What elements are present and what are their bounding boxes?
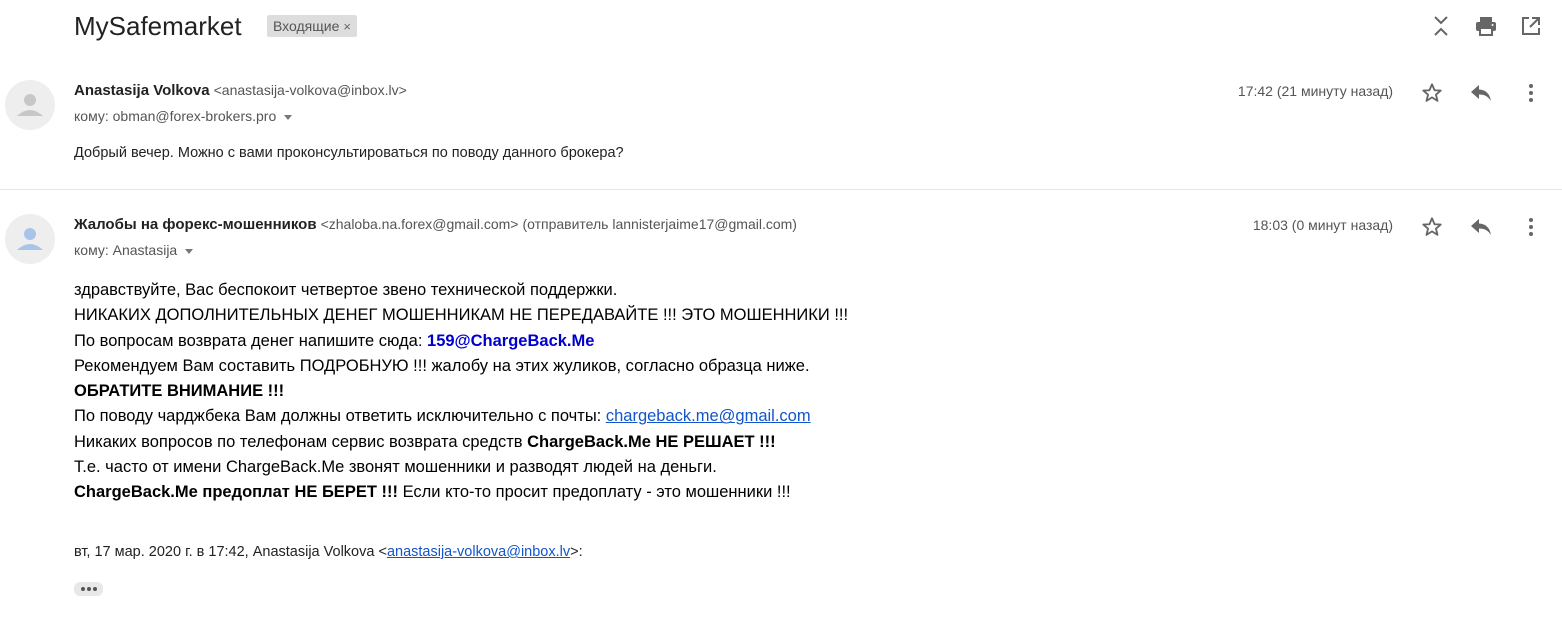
sent-by-text: (отправитель lannisterjaime17@gmail.com) <box>522 216 797 232</box>
sender-name[interactable]: Anastasija Volkova <box>74 82 210 99</box>
body-line: Рекомендуем Вам составить ПОДРОБНУЮ !!! … <box>74 356 810 375</box>
sender-email: <anastasija-volkova@inbox.lv> <box>213 82 407 98</box>
body-line: По поводу чарджбека Вам должны ответить … <box>74 404 848 429</box>
star-icon[interactable] <box>1419 214 1445 240</box>
body-text: По вопросам возврата денег напишите сюда… <box>74 331 428 350</box>
dot-icon <box>80 587 85 591</box>
thread-subject: MySafemarket <box>74 11 242 41</box>
email-link[interactable]: chargeback.me@gmail.com <box>606 407 811 425</box>
inbox-label-chip[interactable]: Входящие × <box>267 15 357 37</box>
message-1: Anastasija Volkova <anastasija-volkova@in… <box>0 70 1562 190</box>
quote-prefix: вт, 17 мар. 2020 г. в 17:42, Anastasija … <box>74 544 387 560</box>
recipient-text: кому: Anastasija <box>74 242 178 258</box>
sender-line: Жалобы на форекс-мошенников <zhaloba.na.f… <box>74 216 797 233</box>
message-time: 18:03 (0 минут назад) <box>1252 217 1393 233</box>
body-text: По поводу чарджбека Вам должны ответить … <box>74 407 606 426</box>
reply-icon[interactable] <box>1468 214 1494 240</box>
label-text: Входящие <box>273 18 340 34</box>
quote-suffix: >: <box>570 544 583 560</box>
recipient-line[interactable]: кому: obman@forex-brokers.pro <box>74 108 293 124</box>
chevron-down-icon[interactable] <box>185 248 194 254</box>
avatar <box>5 214 55 264</box>
reply-icon[interactable] <box>1468 80 1494 106</box>
dot-icon <box>86 587 91 591</box>
more-options-icon[interactable] <box>1518 80 1544 106</box>
body-line: Никаких вопросов по телефонам сервис воз… <box>74 430 848 455</box>
collapse-all-icon[interactable] <box>1429 14 1453 38</box>
message-time: 17:42 (21 минуту назад) <box>1237 83 1393 99</box>
sender-name[interactable]: Жалобы на форекс-мошенников <box>74 216 317 233</box>
dot-icon <box>92 587 97 591</box>
message-2: Жалобы на форекс-мошенников <zhaloba.na.f… <box>0 204 1562 628</box>
sender-line: Anastasija Volkova <anastasija-volkova@in… <box>74 82 407 99</box>
chargeback-address: 159@ChargeBack.Me <box>427 331 595 350</box>
quoted-message-header: вт, 17 мар. 2020 г. в 17:42, Anastasija … <box>74 544 583 560</box>
sender-email: <zhaloba.na.forex@gmail.com> <box>320 216 519 232</box>
remove-label-icon[interactable]: × <box>343 19 351 34</box>
body-text: Если кто-то просит предоплату - это моше… <box>397 483 791 502</box>
quote-email-link[interactable]: anastasija-volkova@inbox.lv <box>387 544 570 560</box>
message-body: здравствуйте, Вас беспокоит четвертое зв… <box>74 278 848 506</box>
star-icon[interactable] <box>1419 80 1445 106</box>
message-body: Добрый вечер. Можно с вами проконсультир… <box>74 145 624 161</box>
body-line: здравствуйте, Вас беспокоит четвертое зв… <box>74 281 618 299</box>
body-line: ОБРАТИТЕ ВНИМАНИЕ !!! <box>74 382 285 401</box>
body-line: Т.е. часто от имени ChargeBack.Me звонят… <box>74 458 717 477</box>
recipient-line[interactable]: кому: Anastasija <box>74 242 194 258</box>
body-bold-text: ChargeBack.Me НЕ РЕШАЕТ !!! <box>527 432 776 451</box>
body-line: ChargeBack.Me предоплат НЕ БЕРЕТ !!! Есл… <box>74 480 848 505</box>
recipient-text: кому: obman@forex-brokers.pro <box>74 108 277 124</box>
thread-header: MySafemarket Входящие × <box>0 0 1562 56</box>
body-bold-text: ChargeBack.Me предоплат НЕ БЕРЕТ !!! <box>74 483 398 502</box>
body-text: Никаких вопросов по телефонам сервис воз… <box>74 432 528 451</box>
chevron-down-icon[interactable] <box>284 114 293 120</box>
body-line: По вопросам возврата денег напишите сюда… <box>74 329 848 354</box>
more-options-icon[interactable] <box>1518 214 1544 240</box>
body-line: НИКАКИХ ДОПОЛНИТЕЛЬНЫХ ДЕНЕГ МОШЕННИКАМ … <box>74 306 849 325</box>
print-icon[interactable] <box>1474 14 1498 38</box>
avatar <box>5 80 55 130</box>
show-trimmed-content-button[interactable] <box>74 582 103 596</box>
open-new-window-icon[interactable] <box>1519 14 1543 38</box>
